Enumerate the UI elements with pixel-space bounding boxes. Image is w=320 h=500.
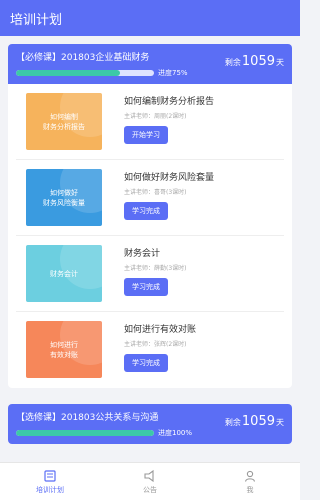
thumbnail-text: 如何进行 有效对账	[50, 340, 78, 359]
course-teacher: 主讲老师：薛勤(3课时)	[124, 265, 187, 272]
course-teacher: 主讲老师：周丽(2课时)	[124, 113, 187, 120]
progress-row: 进度100%	[16, 428, 192, 438]
course-title[interactable]: 财务会计	[124, 246, 284, 259]
plan-card-elective: 【选修课】201803公共关系与沟通 剩余 1059 天 进度100%	[8, 404, 292, 444]
thumbnail-text: 如何编制 财务分析报告	[43, 112, 85, 131]
course-title[interactable]: 如何进行有效对账	[124, 322, 284, 335]
course-item[interactable]: 如何进行 有效对账 如何进行有效对账主讲老师：张辉(2课时) 学习完成	[16, 312, 284, 388]
user-icon	[244, 470, 256, 482]
announcement-icon	[144, 469, 154, 482]
course-thumbnail[interactable]: 如何编制 财务分析报告	[26, 93, 102, 150]
course-teacher: 主讲老师：喜哥(3课时)	[124, 189, 187, 196]
progress-bar	[16, 430, 154, 436]
course-action-button[interactable]: 开始学习	[124, 126, 168, 144]
course-item[interactable]: 财务会计 财务会计 主讲老师：薛勤(3课时) 学习完成	[16, 236, 284, 312]
remaining-days: 剩余 1059 天	[224, 414, 284, 429]
training-plan-icon	[44, 469, 56, 482]
thumbnail-text: 如何做好 财务风险衡量	[43, 188, 85, 207]
course-action-button[interactable]: 学习完成	[124, 354, 168, 372]
tab-announcement[interactable]: 公告	[110, 469, 190, 495]
bottom-tabbar: 培训计划 公告 我	[0, 462, 300, 500]
plan-header[interactable]: 【必修课】201803企业基础财务 剩余 1059 天 进度75%	[8, 44, 292, 84]
app-header: 培训计划	[0, 0, 300, 36]
course-action-button[interactable]: 学习完成	[124, 202, 168, 220]
course-thumbnail[interactable]: 如何做好 财务风险衡量	[26, 169, 102, 226]
course-thumbnail[interactable]: 财务会计	[26, 245, 102, 302]
course-action-button[interactable]: 学习完成	[124, 278, 168, 296]
remaining-days: 剩余 1059 天	[224, 54, 284, 69]
course-item[interactable]: 如何编制 财务分析报告 如何编制财务分析报告主讲老师：周丽(2课时) 开始学习	[16, 84, 284, 160]
course-thumbnail[interactable]: 如何进行 有效对账	[26, 321, 102, 378]
tab-training-plan[interactable]: 培训计划	[10, 469, 90, 495]
course-item[interactable]: 如何做好 财务风险衡量 如何做好财务风险套量主讲老师：喜哥(3课时) 学习完成	[16, 160, 284, 236]
thumbnail-text: 财务会计	[50, 269, 78, 278]
progress-bar	[16, 70, 154, 76]
progress-row: 进度75%	[16, 68, 188, 78]
progress-label: 进度100%	[158, 429, 193, 437]
progress-label: 进度75%	[158, 69, 188, 77]
course-title[interactable]: 如何做好财务风险套量	[124, 170, 284, 183]
course-title[interactable]: 如何编制财务分析报告	[124, 94, 284, 107]
tab-me[interactable]: 我	[210, 469, 290, 495]
course-teacher: 主讲老师：张辉(2课时)	[124, 341, 187, 348]
plan-card-required: 【必修课】201803企业基础财务 剩余 1059 天 进度75% 如何编制 财…	[8, 44, 292, 388]
plan-header[interactable]: 【选修课】201803公共关系与沟通 剩余 1059 天 进度100%	[8, 404, 292, 444]
page-title: 培训计划	[10, 12, 63, 28]
